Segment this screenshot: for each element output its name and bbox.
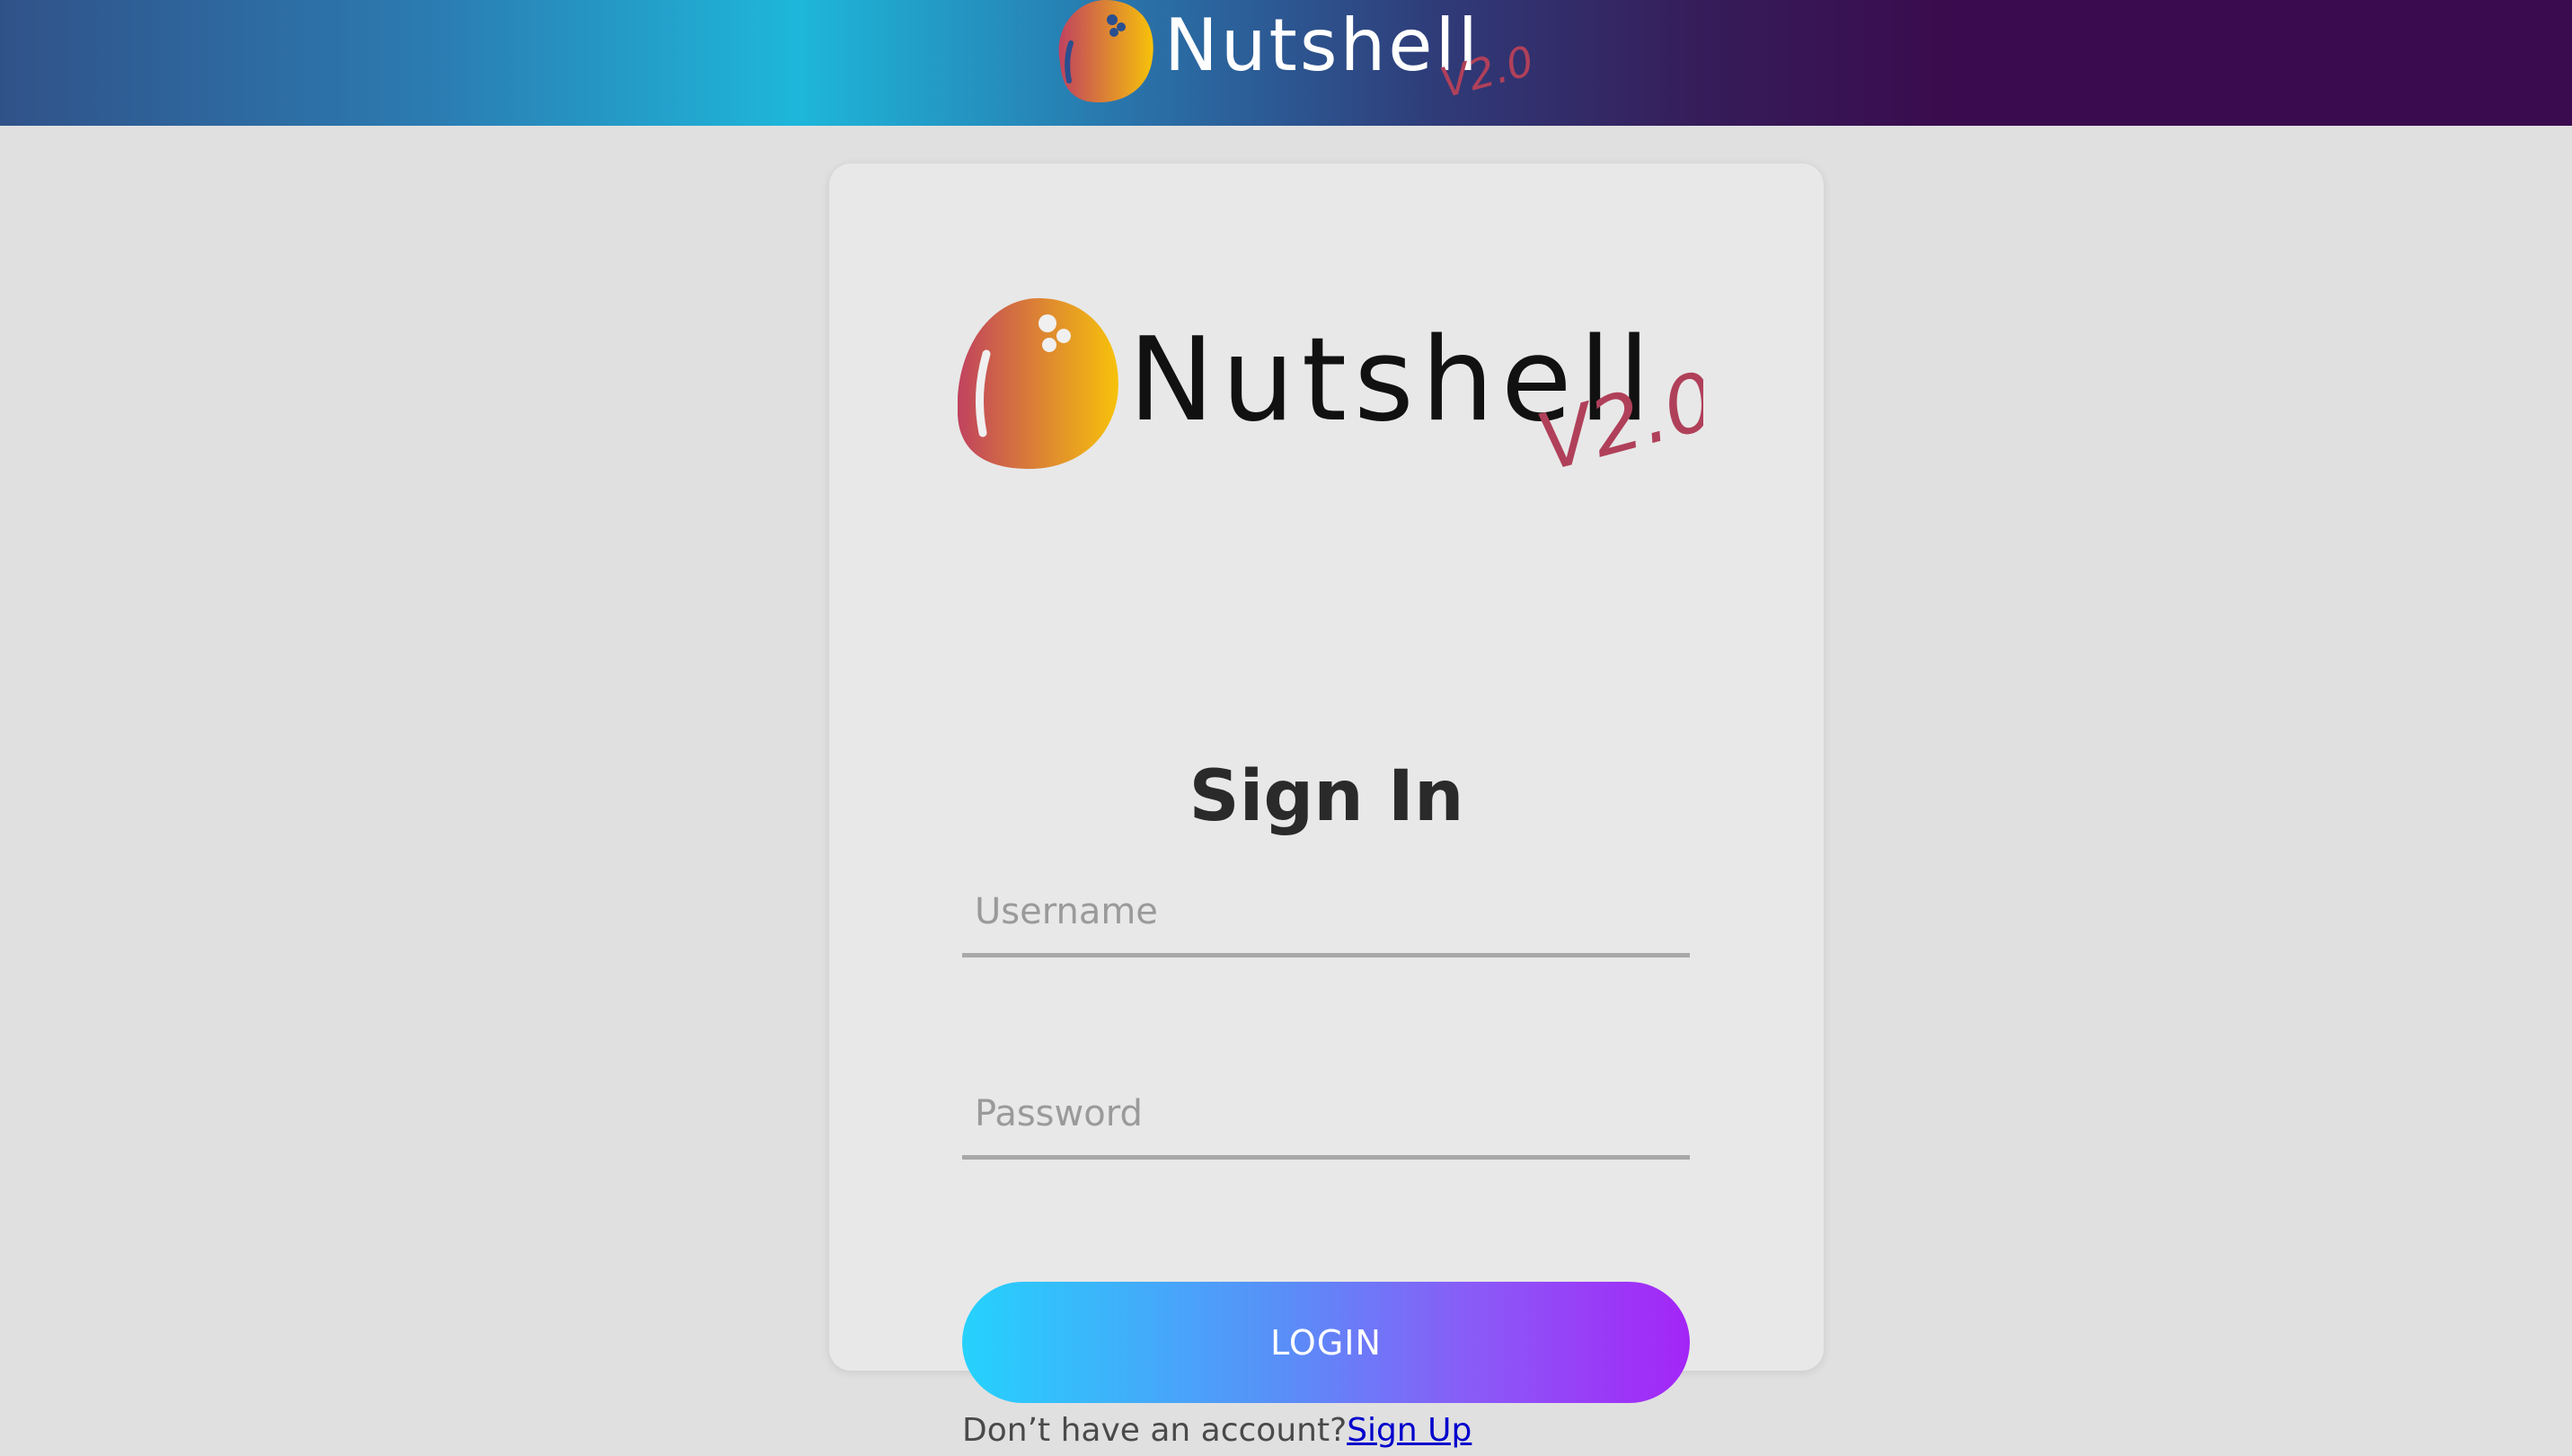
signup-prompt-text: Don’t have an account? — [962, 1412, 1348, 1449]
login-button[interactable]: LOGIN — [962, 1282, 1690, 1403]
top-header-bar: Nutshell V2.0 — [0, 0, 2572, 126]
signup-link[interactable]: Sign Up — [1347, 1412, 1472, 1449]
sign-in-title: Sign In — [1189, 756, 1464, 837]
login-card: Nutshell V2.0 Sign In LOGIN Don’t have a… — [829, 163, 1824, 1449]
username-input[interactable] — [962, 871, 1690, 952]
password-field-wrapper — [962, 1073, 1690, 1160]
username-field-wrapper — [962, 871, 1690, 957]
header-logo[interactable]: Nutshell V2.0 — [1051, 0, 1536, 117]
header-brand-text: Nutshell — [1164, 4, 1480, 87]
signup-row: Don’t have an account?Sign Up — [962, 1406, 1472, 1456]
nut-logo-icon — [1058, 0, 1153, 103]
nut-logo-icon — [958, 298, 1118, 469]
card-logo: Nutshell V2.0 — [958, 289, 1703, 631]
password-input[interactable] — [962, 1073, 1690, 1154]
